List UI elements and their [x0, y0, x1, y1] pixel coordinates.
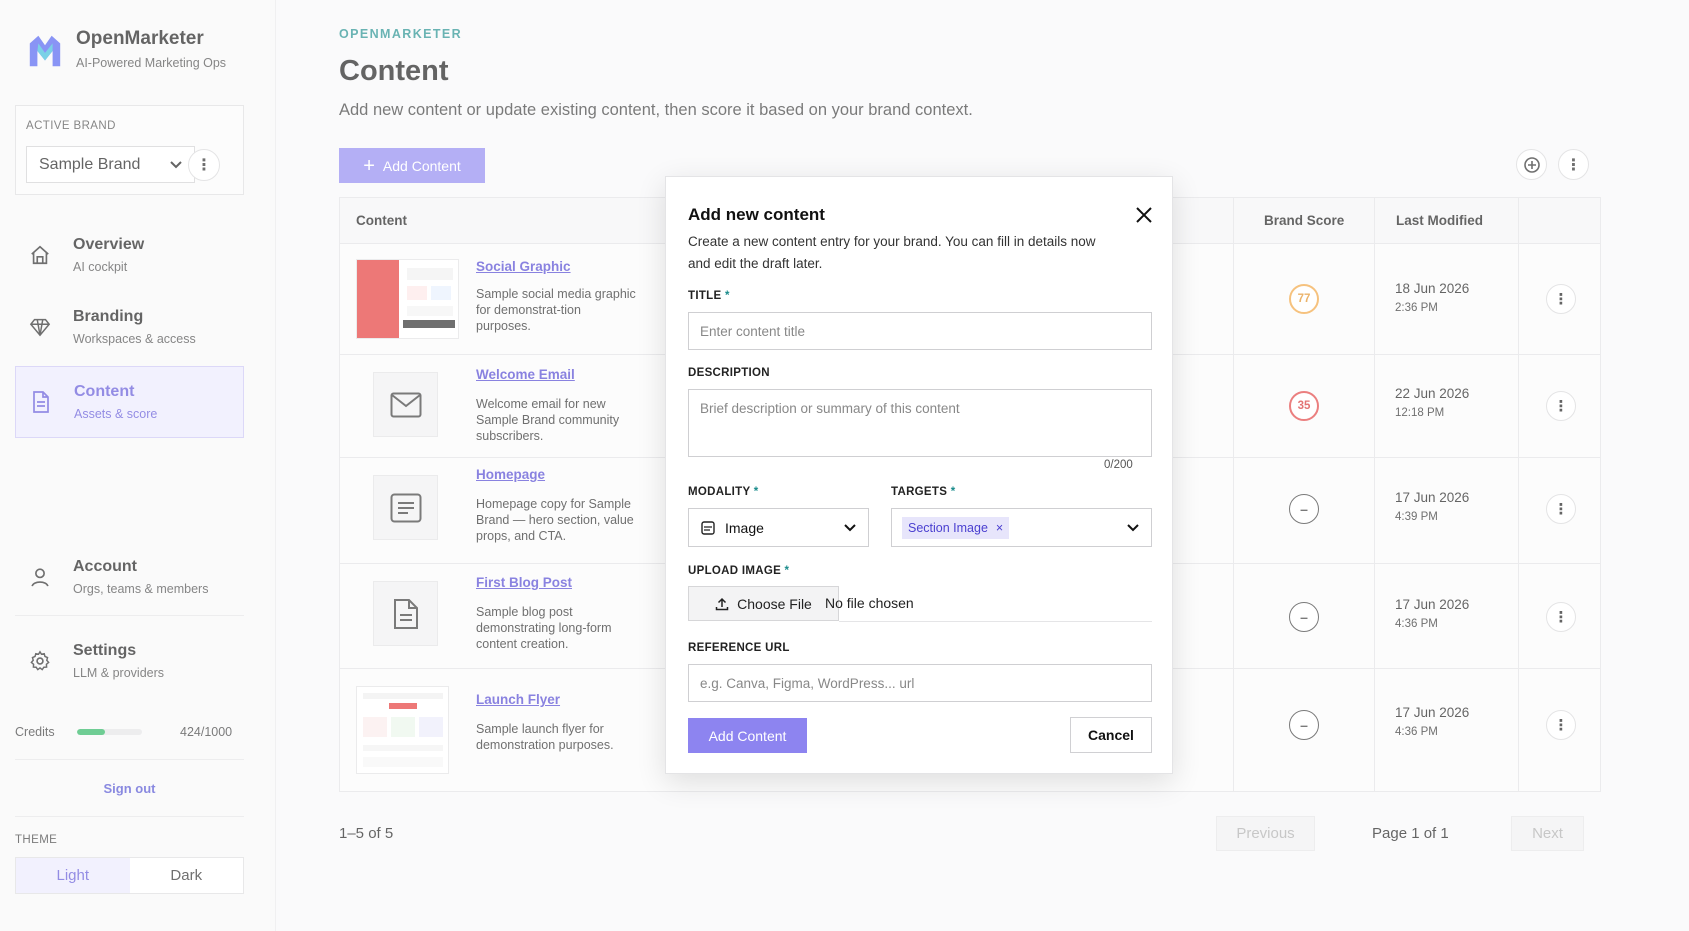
description-field-label: DESCRIPTION — [688, 367, 770, 379]
choose-file-label: Choose File — [737, 595, 812, 612]
dialog-description: Create a new content entry for your bran… — [688, 234, 1096, 271]
title-placeholder: Enter content title — [700, 323, 806, 339]
image-icon — [701, 520, 715, 535]
label-text: TITLE — [688, 290, 722, 302]
modality-value: Image — [725, 519, 764, 536]
upload-icon — [715, 597, 729, 610]
upload-divider — [839, 621, 1152, 622]
upload-field-label: UPLOAD IMAGE * — [688, 565, 789, 577]
label-text: UPLOAD IMAGE — [688, 565, 782, 577]
close-icon[interactable] — [1134, 205, 1154, 225]
chevron-down-icon — [844, 523, 856, 531]
label-text: MODALITY — [688, 486, 751, 498]
description-placeholder: Brief description or summary of this con… — [700, 401, 960, 416]
no-file-text: No file chosen — [825, 595, 914, 611]
title-input[interactable]: Enter content title — [688, 312, 1152, 350]
reference-url-input[interactable]: e.g. Canva, Figma, WordPress... url — [688, 664, 1152, 702]
reference-url-placeholder: e.g. Canva, Figma, WordPress... url — [700, 675, 915, 691]
reference-url-label: REFERENCE URL — [688, 642, 790, 654]
dialog-title: Add new content — [688, 205, 825, 224]
target-chip: Section Image × — [902, 516, 1010, 539]
title-field-label: TITLE * — [688, 290, 730, 302]
targets-field-label: TARGETS * — [891, 486, 955, 498]
cancel-button[interactable]: Cancel — [1070, 717, 1152, 753]
target-chip-label: Section Image — [908, 520, 988, 535]
add-content-dialog: Add new content Create a new content ent… — [665, 176, 1173, 774]
label-text: TARGETS — [891, 486, 948, 498]
modality-field-label: MODALITY * — [688, 486, 759, 498]
chevron-down-icon — [1127, 523, 1139, 531]
required-marker: * — [950, 486, 956, 498]
description-char-counter: 0/200 — [1104, 459, 1133, 471]
required-marker: * — [753, 486, 759, 498]
remove-chip-icon[interactable]: × — [996, 521, 1003, 535]
modality-select[interactable]: Image — [688, 508, 869, 547]
description-textarea[interactable]: Brief description or summary of this con… — [688, 389, 1152, 457]
required-marker: * — [724, 290, 730, 302]
required-marker: * — [784, 565, 790, 577]
choose-file-button[interactable]: Choose File — [688, 586, 839, 621]
targets-select[interactable]: Section Image × — [891, 508, 1152, 547]
submit-add-content-button[interactable]: Add Content — [688, 718, 807, 753]
